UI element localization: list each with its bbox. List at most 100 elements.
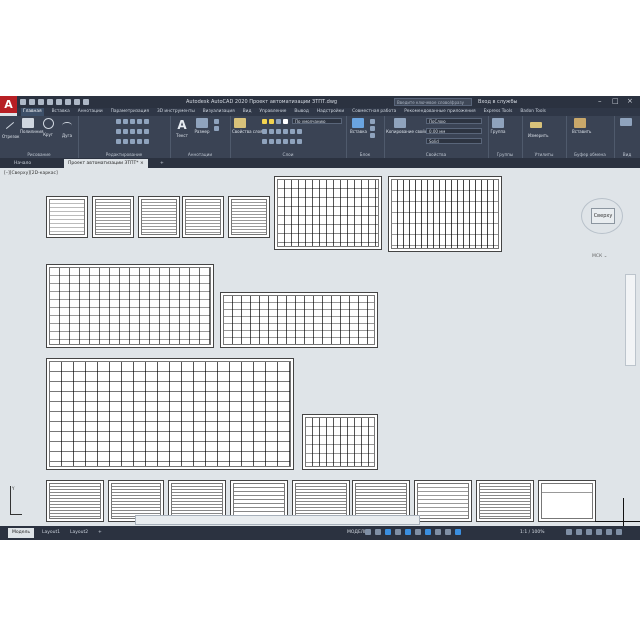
measure-tool[interactable]: Измерить: [528, 118, 548, 138]
paste-tool[interactable]: Вставить: [572, 118, 591, 134]
layout-tab-2[interactable]: Layout2: [66, 528, 92, 538]
layer-properties-tool[interactable]: Свойства слоя: [232, 118, 262, 134]
bulb-icon[interactable]: [262, 119, 267, 124]
layer-tool-icon[interactable]: [262, 139, 267, 144]
wcs-menu[interactable]: МСК ⌄: [592, 254, 607, 259]
drawing-canvas[interactable]: [0, 168, 626, 522]
layer-tool-icon[interactable]: [269, 139, 274, 144]
new-file-icon[interactable]: [20, 99, 26, 105]
pencil-icon[interactable]: [144, 119, 149, 124]
floor-plan-sheet[interactable]: [46, 358, 294, 470]
line-tool[interactable]: Отрезок: [2, 118, 19, 139]
mirror-icon[interactable]: [123, 129, 128, 134]
tab-visualize[interactable]: Визуализация: [203, 108, 235, 116]
tab-output[interactable]: Вывод: [294, 108, 308, 116]
circle-tool[interactable]: Круг: [40, 118, 56, 137]
layer-tool-icon[interactable]: [262, 129, 267, 134]
isolate-icon[interactable]: [586, 529, 592, 535]
table-sheet[interactable]: [46, 480, 104, 522]
tab-addins[interactable]: Надстройки: [317, 108, 344, 116]
tab-home[interactable]: Главная: [21, 108, 44, 116]
share-icon[interactable]: [83, 99, 89, 105]
selection-cycling-icon[interactable]: [445, 529, 451, 535]
rotate-icon[interactable]: [123, 119, 128, 124]
tab-current-drawing[interactable]: Проект автоматизации ЗТПТ* ×: [64, 159, 148, 168]
color-swatch-icon[interactable]: [283, 119, 288, 124]
drawing-sheet[interactable]: [182, 196, 224, 238]
erase-icon[interactable]: [137, 119, 142, 124]
table-sheet[interactable]: [414, 480, 472, 522]
insert-block-tool[interactable]: Вставка: [350, 118, 367, 134]
edit-block-icon[interactable]: [370, 126, 375, 131]
viewcube-top-face[interactable]: Сверху: [591, 208, 615, 224]
grid-icon[interactable]: [365, 529, 371, 535]
hardware-accel-icon[interactable]: [596, 529, 602, 535]
layer-dropdown[interactable]: По умолчанию: [292, 118, 342, 124]
join-icon[interactable]: [144, 139, 149, 144]
schematic-sheet[interactable]: [220, 292, 378, 348]
transparency-icon[interactable]: [435, 529, 441, 535]
clean-screen-icon[interactable]: [606, 529, 612, 535]
workspace-gear-icon[interactable]: [566, 529, 572, 535]
table-icon[interactable]: [214, 126, 219, 131]
plot-icon[interactable]: [56, 99, 62, 105]
snap-icon[interactable]: [375, 529, 381, 535]
new-tab-button[interactable]: +: [156, 159, 168, 168]
sun-icon[interactable]: [269, 119, 274, 124]
layer-tool-icon[interactable]: [283, 129, 288, 134]
text-tool[interactable]: A Текст: [174, 118, 190, 138]
group-tool[interactable]: Группа: [490, 118, 506, 134]
offset-icon[interactable]: [144, 129, 149, 134]
drawing-sheet[interactable]: [138, 196, 180, 238]
schematic-sheet[interactable]: [388, 176, 502, 252]
osnap-icon[interactable]: [405, 529, 411, 535]
view-tool[interactable]: [618, 118, 634, 126]
create-block-icon[interactable]: [370, 119, 375, 124]
drawing-sheet[interactable]: [92, 196, 134, 238]
tab-start[interactable]: Начало: [10, 159, 35, 168]
layer-tool-icon[interactable]: [290, 129, 295, 134]
minimize-button[interactable]: –: [598, 97, 602, 105]
copy-icon[interactable]: [116, 129, 121, 134]
save-as-icon[interactable]: [47, 99, 53, 105]
tab-express-tools[interactable]: Express Tools: [484, 108, 513, 116]
layer-tool-icon[interactable]: [269, 129, 274, 134]
maximize-button[interactable]: □: [612, 97, 619, 105]
move-icon[interactable]: [116, 119, 121, 124]
tab-parametric[interactable]: Параметризация: [111, 108, 149, 116]
open-file-icon[interactable]: [29, 99, 35, 105]
drawing-sheet[interactable]: [46, 196, 88, 238]
annotation-scale-icon[interactable]: [455, 529, 461, 535]
schematic-sheet[interactable]: [46, 264, 214, 348]
leader-icon[interactable]: [214, 119, 219, 124]
layer-tool-icon[interactable]: [297, 139, 302, 144]
table-sheet[interactable]: [476, 480, 534, 522]
detail-sheet[interactable]: [302, 414, 378, 470]
attribute-icon[interactable]: [370, 133, 375, 138]
search-input[interactable]: Введите ключевое слово/фразу: [394, 98, 472, 106]
stretch-icon[interactable]: [116, 139, 121, 144]
drawing-sheet[interactable]: [228, 196, 270, 238]
otrack-icon[interactable]: [415, 529, 421, 535]
table-sheet[interactable]: [538, 480, 596, 522]
schematic-sheet[interactable]: [274, 176, 382, 250]
dimension-tool[interactable]: Размер: [194, 118, 210, 134]
trim-icon[interactable]: [130, 119, 135, 124]
scale-icon[interactable]: [123, 139, 128, 144]
undo-icon[interactable]: [65, 99, 71, 105]
tab-3d-tools[interactable]: 3D инструменты: [157, 108, 195, 116]
polar-icon[interactable]: [395, 529, 401, 535]
lineweight-dropdown[interactable]: 0.00 мм: [426, 128, 482, 134]
customize-icon[interactable]: [616, 529, 622, 535]
tab-annotate[interactable]: Аннотации: [78, 108, 103, 116]
tab-insert[interactable]: Вставка: [52, 108, 70, 116]
lineweight-icon[interactable]: [425, 529, 431, 535]
layer-tool-icon[interactable]: [297, 129, 302, 134]
explode-icon[interactable]: [137, 129, 142, 134]
viewcube[interactable]: Сверху: [579, 196, 625, 242]
lock-icon[interactable]: [276, 119, 281, 124]
tab-badon-tools[interactable]: Badon Tools: [520, 108, 546, 116]
color-dropdown[interactable]: ПоСлою: [426, 118, 482, 124]
command-line-input[interactable]: [135, 515, 420, 525]
add-layout-button[interactable]: +: [94, 528, 106, 538]
